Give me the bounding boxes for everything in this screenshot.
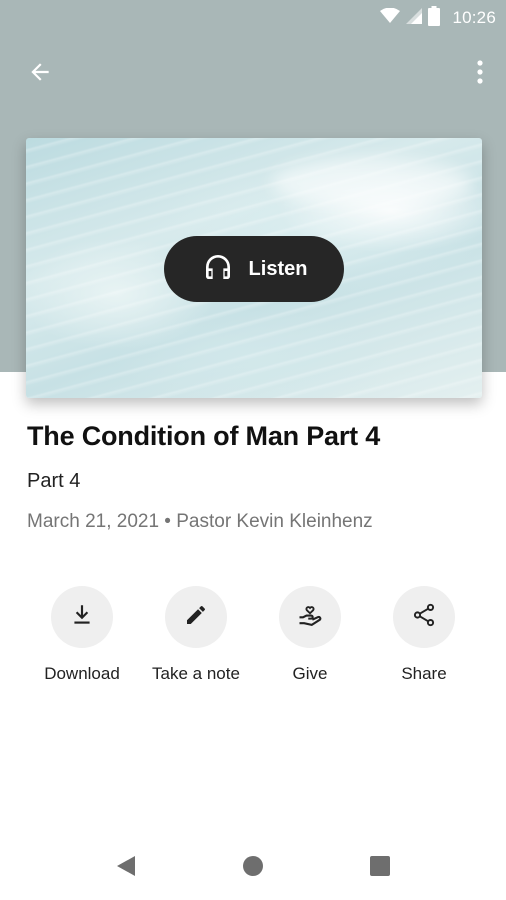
nav-back-icon: [115, 854, 137, 883]
download-circle: [51, 586, 113, 648]
share-icon: [411, 602, 437, 633]
hero-wave-highlight: [272, 158, 472, 208]
status-icons: 10:26: [380, 5, 496, 31]
share-circle: [393, 586, 455, 648]
download-button[interactable]: Download: [20, 586, 144, 684]
status-bar: 10:26: [0, 0, 506, 36]
status-time: 10:26: [452, 8, 496, 27]
sermon-date-speaker: March 21, 2021 • Pastor Kevin Kleinhenz: [27, 511, 373, 533]
nav-recents-button[interactable]: [366, 854, 394, 882]
system-nav-bar: [0, 838, 506, 894]
nav-recents-icon: [369, 855, 391, 882]
give-heart-hand-icon: [296, 601, 324, 634]
cell-signal-icon: [406, 7, 423, 29]
download-icon: [69, 602, 95, 633]
take-note-label: Take a note: [152, 664, 240, 683]
take-note-circle: [165, 586, 227, 648]
more-vert-icon: [476, 59, 484, 90]
sermon-hero-image: Listen: [26, 138, 482, 398]
nav-home-button[interactable]: [239, 854, 267, 882]
sermon-title: The Condition of Man Part 4: [27, 421, 381, 451]
sermon-subtitle: Part 4: [27, 470, 81, 493]
download-label: Download: [44, 664, 120, 683]
take-note-button[interactable]: Take a note: [134, 586, 258, 684]
share-button[interactable]: Share: [362, 586, 486, 684]
battery-icon: [428, 5, 441, 31]
nav-home-icon: [242, 855, 264, 882]
arrow-back-icon: [27, 59, 53, 90]
listen-label: Listen: [248, 257, 308, 280]
listen-button[interactable]: Listen: [164, 236, 344, 302]
more-options-button[interactable]: [468, 54, 492, 94]
sermon-details: The Condition of Man Part 4 Part 4 March…: [27, 420, 487, 533]
sermon-actions: Download Take a note Give Share: [20, 586, 490, 696]
give-label: Give: [292, 664, 328, 683]
nav-back-button[interactable]: [112, 854, 140, 882]
give-circle: [279, 586, 341, 648]
headphones-icon: [201, 251, 235, 288]
give-button[interactable]: Give: [248, 586, 372, 684]
back-button[interactable]: [18, 54, 62, 94]
share-label: Share: [401, 664, 447, 683]
app-bar: [0, 44, 506, 104]
pencil-icon: [184, 603, 208, 632]
screen: 10:26 Listen The Condition of Man Part 4…: [0, 0, 506, 900]
wifi-icon: [380, 7, 401, 29]
